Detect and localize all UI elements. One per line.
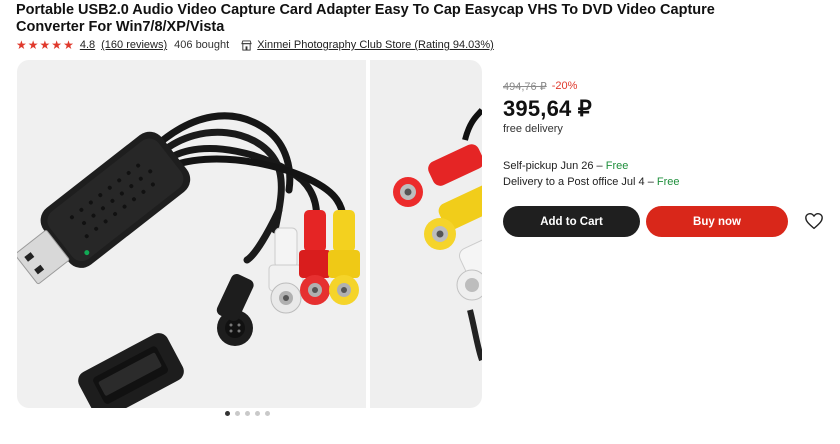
gallery-dot[interactable] xyxy=(265,411,270,416)
gallery-dot[interactable] xyxy=(235,411,240,416)
post-delivery-label: Delivery to a Post office Jul 4 – xyxy=(503,176,654,188)
old-price: 494,76 ₽ xyxy=(503,81,547,93)
store-link[interactable]: Xinmei Photography Club Store (Rating 94… xyxy=(257,39,494,51)
gallery-pagination xyxy=(225,411,270,416)
heart-icon[interactable] xyxy=(804,212,824,230)
self-pickup-row: Self-pickup Jun 26 – Free xyxy=(503,158,680,174)
gallery-dot[interactable] xyxy=(225,411,230,416)
buy-now-button[interactable]: Buy now xyxy=(646,206,788,237)
star-icon: ★ xyxy=(27,38,39,52)
usb-capture-card-image xyxy=(17,112,360,408)
store-icon xyxy=(241,39,252,51)
post-delivery-row: Delivery to a Post office Jul 4 – Free xyxy=(503,174,680,190)
bought-count: 406 bought xyxy=(174,39,230,51)
gallery-dot[interactable] xyxy=(255,411,260,416)
rca-cables-image xyxy=(393,108,482,362)
gallery-dot[interactable] xyxy=(245,411,250,416)
price-block: 494,76 ₽ -20% 395,64 ₽ free delivery xyxy=(503,80,592,135)
delivery-options: Self-pickup Jun 26 – Free Delivery to a … xyxy=(503,158,680,190)
reviews-link[interactable]: (160 reviews) xyxy=(101,39,167,51)
self-pickup-label: Self-pickup Jun 26 – xyxy=(503,160,603,172)
self-pickup-price: Free xyxy=(605,160,629,172)
rating-stars: ★ ★ ★ ★ ★ xyxy=(16,39,74,51)
star-icon: ★ xyxy=(51,38,63,52)
product-image-main[interactable] xyxy=(17,60,366,408)
old-price-row: 494,76 ₽ -20% xyxy=(503,80,592,93)
star-icon: ★ xyxy=(39,38,51,52)
rating-value[interactable]: 4.8 xyxy=(80,39,95,51)
product-meta-row: ★ ★ ★ ★ ★ 4.8 (160 reviews) 406 bought X… xyxy=(16,38,494,52)
product-image-next[interactable] xyxy=(370,60,482,408)
star-icon: ★ xyxy=(63,38,74,52)
add-to-cart-button[interactable]: Add to Cart xyxy=(503,206,640,237)
free-delivery-note: free delivery xyxy=(503,123,563,135)
star-icon: ★ xyxy=(16,38,27,52)
discount-badge: -20% xyxy=(551,80,578,92)
current-price: 395,64 ₽ xyxy=(503,96,592,121)
product-title: Portable USB2.0 Audio Video Capture Card… xyxy=(16,2,715,35)
post-delivery-price: Free xyxy=(656,176,680,188)
